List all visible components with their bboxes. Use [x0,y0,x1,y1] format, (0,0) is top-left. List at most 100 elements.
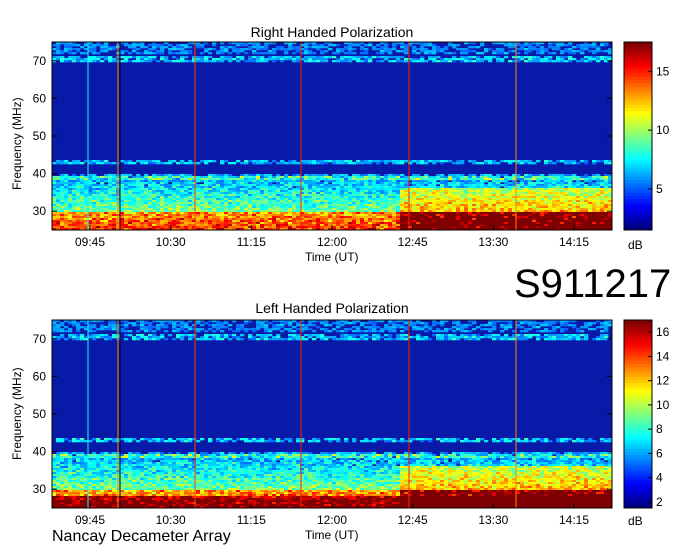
spectrogram-cell [140,188,145,191]
spectrogram-cell [388,186,393,189]
spectrogram-cell [604,162,609,165]
spectrogram-cell [332,206,337,209]
spectrogram-cell [128,188,133,191]
spectrogram-cell [236,160,241,163]
spectrogram-cell [312,210,317,213]
spectrogram-cell [140,178,145,181]
spectrogram-cell [548,182,553,185]
spectrogram-cell [260,198,265,201]
spectrogram-cell [604,218,609,221]
spectrogram-cell [240,196,245,199]
spectrogram-cell [220,60,225,63]
spectrogram-cell [164,212,169,215]
spectrogram-cell [492,52,497,55]
spectrogram-cell [284,52,289,55]
spectrogram-cell [348,186,353,189]
spectrogram-cell [240,188,245,191]
spectrogram-cell [112,220,117,223]
spectrogram-cell [364,206,369,209]
spectrogram-cell [412,216,417,219]
spectrogram-cell [136,194,141,197]
spectrogram-cell [528,214,533,217]
spectrogram-cell [192,226,197,229]
spectrogram-cell [604,206,609,209]
spectrogram-cell [260,60,265,63]
spectrogram-cell [288,214,293,217]
spectrogram-cell [280,190,285,193]
spectrogram-cell [124,58,129,61]
spectrogram-cell [312,160,317,163]
spectrogram-cell [444,222,449,225]
spectrogram-cell [216,186,221,189]
spectrogram-cell [156,192,161,195]
spectrogram-cell [132,204,137,207]
spectrogram-cell [388,192,393,195]
spectrogram-cell [572,198,577,201]
spectrogram-cell [176,212,181,215]
spectrogram-cell [344,182,349,185]
spectrogram-cell [272,178,277,181]
spectrogram-cell [160,212,165,215]
spectrogram-cell [280,194,285,197]
spectrogram-cell [600,178,605,181]
spectrogram-cell [304,196,309,199]
spectrogram-cell [548,184,553,187]
spectrogram-cell [136,60,141,63]
spectrogram-cell [416,212,421,215]
spectrogram-cell [544,208,549,211]
spectrogram-cell [412,52,417,55]
spectrogram-cell [212,212,217,215]
spectrogram-cell [560,200,565,203]
spectrogram-cell [100,202,105,205]
spectrogram-cell [120,184,125,187]
spectrogram-cell [128,182,133,185]
spectrogram-cell [160,184,165,187]
spectrogram-cell [340,218,345,221]
spectrogram-cell [148,188,153,191]
spectrogram-cell [372,178,377,181]
spectrogram-cell [144,46,149,49]
spectrogram-cell [124,188,129,191]
spectrogram-cell [460,176,465,179]
spectrogram-cell [420,210,425,213]
spectrogram-cell [472,198,477,201]
spectrogram-cell [488,48,493,51]
spectrogram-cell [172,194,177,197]
spectrogram-cell [288,46,293,49]
spectrogram-cell [224,58,229,61]
colorbar-segment [624,101,652,106]
spectrogram-cell [456,194,461,197]
spectrogram-cell [140,56,145,59]
spectrogram-cell [236,48,241,51]
spectrogram-cell [152,208,157,211]
spectrogram-cell [504,220,509,223]
spectrogram-cell [520,200,525,203]
spectrogram-cell [208,186,213,189]
spectrogram-cell [324,184,329,187]
spectrogram-cell [160,190,165,193]
spectrogram-cell [564,56,569,59]
spectrogram-cell [532,60,537,63]
spectrogram-cell [236,188,241,191]
spectrogram-cell [148,210,153,213]
spectrogram-cell [332,184,337,187]
spectrogram-cell [160,176,165,179]
spectrogram-cell [96,208,101,211]
spectrogram-cell [444,58,449,61]
spectrogram-cell [372,208,377,211]
spectrogram-cell [72,58,77,61]
spectrogram-cell [240,178,245,181]
spectrogram-cell [540,174,545,177]
spectrogram-cell [244,218,249,221]
spectrogram-cell [380,216,385,219]
spectrogram-cell [252,60,257,63]
spectrogram-cell [224,214,229,217]
spectrogram-cell [136,180,141,183]
spectrogram-cell [444,210,449,213]
spectrogram-cell [600,44,605,47]
spectrogram-cell [508,186,513,189]
spectrogram-cell [328,176,333,179]
spectrogram-cell [88,182,93,185]
spectrogram-cell [456,196,461,199]
spectrogram-cell [236,218,241,221]
